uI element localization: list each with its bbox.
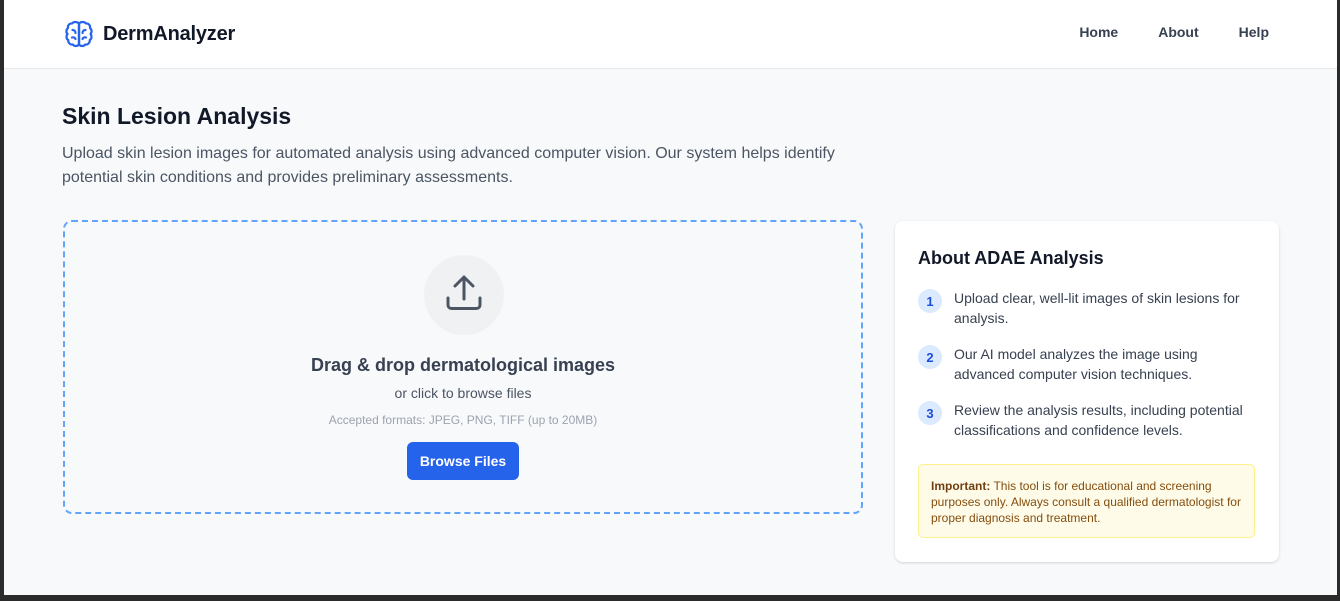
nav-help-link[interactable]: Help xyxy=(1239,24,1269,40)
step-text: Review the analysis results, including p… xyxy=(954,402,1243,438)
step-text: Our AI model analyzes the image using ad… xyxy=(954,346,1198,382)
notice-label: Important: xyxy=(931,479,991,493)
important-notice: Important: This tool is for educational … xyxy=(918,464,1255,538)
step-number-badge: 1 xyxy=(918,289,942,313)
brand-name: DermAnalyzer xyxy=(103,22,236,45)
step-number-badge: 2 xyxy=(918,345,942,369)
nav-about-link[interactable]: About xyxy=(1158,24,1198,40)
list-item: 1 Upload clear, well-lit images of skin … xyxy=(918,288,1258,328)
upload-dropzone[interactable]: Drag & drop dermatological images or cli… xyxy=(63,220,863,514)
browse-files-button[interactable]: Browse Files xyxy=(407,442,519,480)
step-number-badge: 3 xyxy=(918,401,942,425)
top-navbar: DermAnalyzer Home About Help xyxy=(4,0,1337,69)
page-title: Skin Lesion Analysis xyxy=(62,103,292,129)
upload-icon-container xyxy=(424,255,504,335)
about-card-title: About ADAE Analysis xyxy=(918,248,1104,268)
steps-list: 1 Upload clear, well-lit images of skin … xyxy=(918,288,1258,456)
step-text: Upload clear, well-lit images of skin le… xyxy=(954,290,1240,326)
upload-icon xyxy=(443,272,485,319)
main-nav: Home About Help xyxy=(1039,24,1269,40)
about-analysis-card: About ADAE Analysis 1 Upload clear, well… xyxy=(895,221,1279,562)
dropzone-subtitle: or click to browse files xyxy=(394,385,532,401)
list-item: 3 Review the analysis results, including… xyxy=(918,400,1258,440)
nav-home-link[interactable]: Home xyxy=(1079,24,1118,40)
brain-icon xyxy=(62,17,96,51)
accepted-formats-text: Accepted formats: JPEG, PNG, TIFF (up to… xyxy=(328,413,598,427)
page-description: Upload skin lesion images for automated … xyxy=(62,145,835,186)
brand-logo[interactable]: DermAnalyzer xyxy=(62,17,235,51)
list-item: 2 Our AI model analyzes the image using … xyxy=(918,344,1258,384)
app-window: DermAnalyzer Home About Help Skin Lesion… xyxy=(4,0,1337,595)
dropzone-title: Drag & drop dermatological images xyxy=(310,355,616,375)
